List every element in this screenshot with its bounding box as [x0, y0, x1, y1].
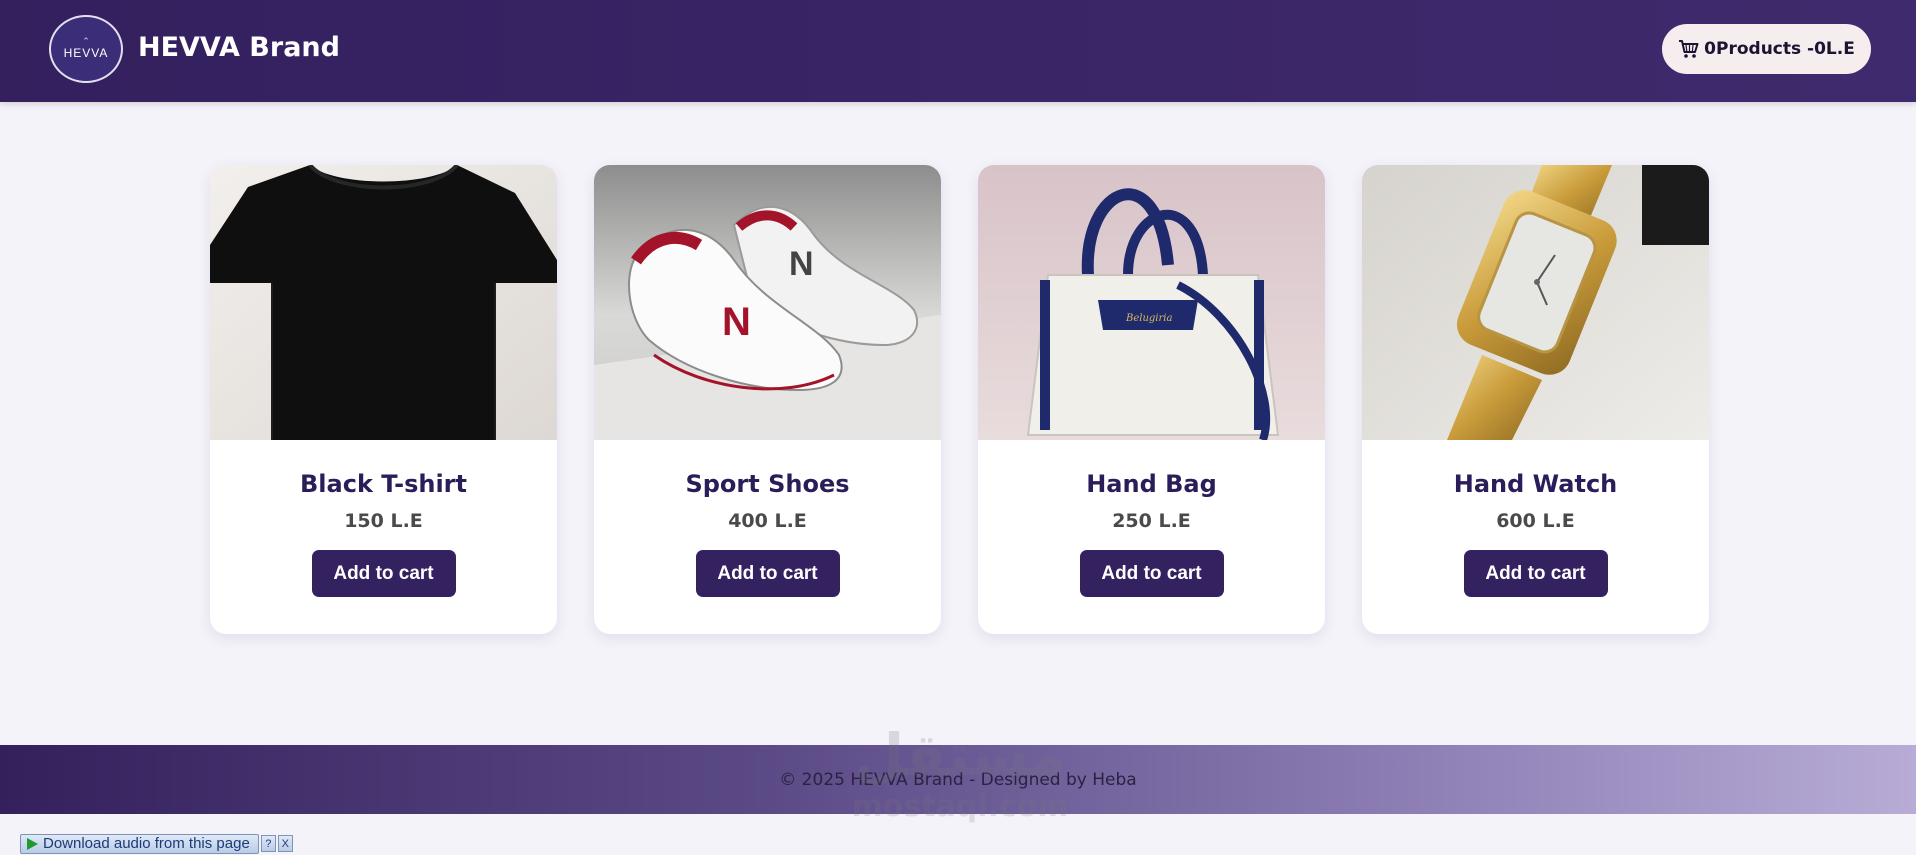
- hand-bag-image: Belugiria: [978, 165, 1325, 440]
- audio-download-bar: Download audio from this page ? X: [20, 833, 293, 854]
- hand-watch-image: [1362, 165, 1709, 440]
- add-to-cart-button[interactable]: Add to cart: [311, 550, 456, 597]
- add-to-cart-button[interactable]: Add to cart: [1463, 550, 1608, 597]
- brand-name[interactable]: HEVVA Brand: [138, 32, 340, 63]
- logo-text: HEVVA: [63, 46, 109, 60]
- product-grid: Black T-shirt 150 L.E Add to cart N N Sp…: [210, 165, 1709, 634]
- site-footer: © 2025 HEVVA Brand - Designed by Heba: [0, 745, 1916, 814]
- product-price: 400 L.E: [728, 510, 807, 532]
- cart-summary-text: 0Products -0L.E: [1704, 39, 1855, 59]
- product-price: 250 L.E: [1112, 510, 1191, 532]
- add-to-cart-button[interactable]: Add to cart: [695, 550, 840, 597]
- product-name: Black T-shirt: [300, 470, 467, 498]
- product-card: N N Sport Shoes 400 L.E Add to cart: [594, 165, 941, 634]
- footer-copyright: © 2025 HEVVA Brand - Designed by Heba: [779, 769, 1137, 790]
- svg-text:N: N: [789, 245, 814, 283]
- svg-text:Belugiria: Belugiria: [1125, 313, 1172, 324]
- product-name: Hand Watch: [1453, 470, 1618, 498]
- cart-icon: [1679, 40, 1699, 58]
- site-header: ⌃ HEVVA HEVVA Brand 0Products -0L.E: [0, 0, 1916, 102]
- help-button[interactable]: ?: [260, 835, 276, 852]
- product-card: Black T-shirt 150 L.E Add to cart: [210, 165, 557, 634]
- cart-summary-button[interactable]: 0Products -0L.E: [1662, 24, 1871, 74]
- product-name: Sport Shoes: [685, 470, 850, 498]
- close-button[interactable]: X: [277, 835, 293, 852]
- play-icon: [27, 837, 38, 850]
- brand-logo[interactable]: ⌃ HEVVA: [49, 15, 123, 83]
- product-name: Hand Bag: [1086, 470, 1217, 498]
- product-card: Hand Watch 600 L.E Add to cart: [1362, 165, 1709, 634]
- add-to-cart-button[interactable]: Add to cart: [1079, 550, 1224, 597]
- product-price: 600 L.E: [1496, 510, 1575, 532]
- crown-icon: ⌃: [82, 37, 90, 47]
- product-card: Belugiria Hand Bag 250 L.E Add to cart: [978, 165, 1325, 634]
- product-price: 150 L.E: [344, 510, 423, 532]
- sport-shoes-image: N N: [594, 165, 941, 440]
- svg-text:N: N: [722, 300, 751, 344]
- download-audio-button[interactable]: Download audio from this page: [20, 833, 259, 854]
- download-audio-label: Download audio from this page: [43, 835, 250, 852]
- black-tshirt-image: [210, 165, 557, 440]
